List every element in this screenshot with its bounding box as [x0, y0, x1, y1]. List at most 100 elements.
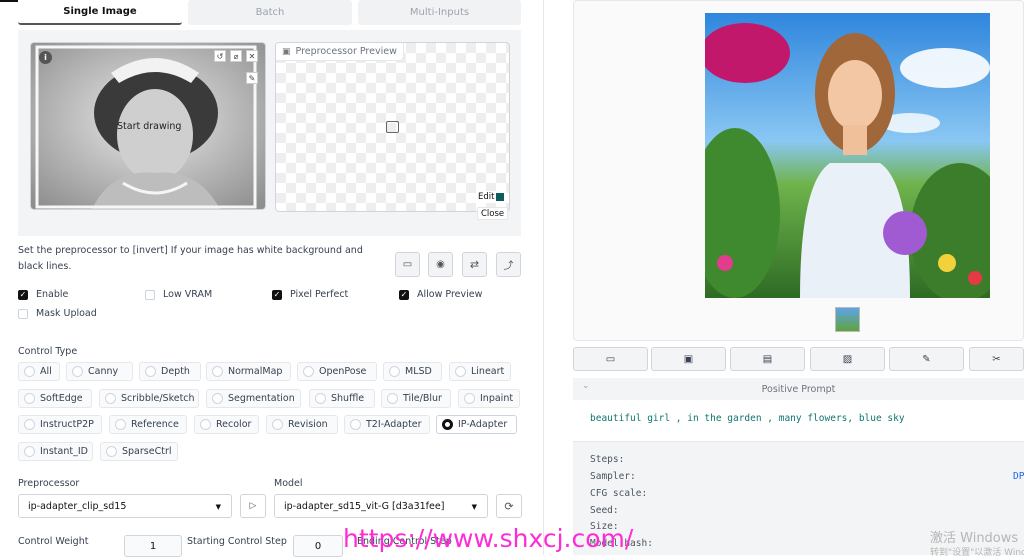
control-type-inpaint[interactable]: Inpaint: [458, 389, 520, 408]
preprocessor-dropdown[interactable]: ip-adapter_clip_sd15 ▼: [18, 494, 232, 518]
checkbox-icon: ✓: [18, 289, 28, 300]
tab-single-image[interactable]: Single Image: [18, 0, 182, 25]
refresh-models-button[interactable]: ⟳: [496, 494, 522, 518]
close-icon[interactable]: ✕: [246, 50, 258, 62]
control-type-segmentation[interactable]: Segmentation: [206, 389, 301, 408]
camera-icon: ◉: [436, 259, 445, 270]
image-icon: ▨: [842, 353, 853, 365]
caret-down-icon: ▼: [471, 503, 477, 511]
control-weight-label: Control Weight: [18, 536, 89, 547]
prompt-text: beautiful girl , in the garden , many fl…: [590, 413, 905, 424]
control-type-ip-adapter[interactable]: IP-Adapter: [436, 415, 517, 434]
control-type-normalmap[interactable]: NormalMap: [206, 362, 291, 381]
send-to-inpaint-button[interactable]: ✎: [889, 347, 964, 371]
control-type-instant-id[interactable]: Instant_ID: [18, 442, 93, 461]
undo-icon[interactable]: ↺: [214, 50, 226, 62]
webcam-button[interactable]: ▭: [395, 252, 420, 277]
control-type-softedge[interactable]: SoftEdge: [18, 389, 92, 408]
pixel-perfect-checkbox[interactable]: ✓ Pixel Perfect: [272, 289, 348, 300]
windows-activate-sub: 转到"设置"以激活 Windows。: [930, 548, 1024, 558]
controlnet-panel: Single Image Batch Multi-Inputs i ↺ ⌀ ✕ …: [0, 0, 530, 557]
pencil-icon: ✎: [922, 353, 931, 365]
zip-icon: ▤: [762, 353, 773, 365]
preview-title: Preprocessor Preview: [295, 46, 397, 57]
allow-preview-checkbox[interactable]: ✓ Allow Preview: [399, 289, 482, 300]
input-canvas[interactable]: i ↺ ⌀ ✕ ✎ Start drawing: [30, 42, 266, 210]
save-button[interactable]: ▣: [651, 347, 726, 371]
control-type-scribble[interactable]: Scribble/Sketch: [99, 389, 199, 408]
control-type-lineart[interactable]: Lineart: [449, 362, 511, 381]
param-steps: Steps:: [590, 454, 625, 465]
folder-icon: ▭: [605, 353, 616, 365]
checkbox-icon: [145, 289, 155, 300]
control-type-all[interactable]: All: [18, 362, 60, 381]
placeholder-image-icon: [386, 121, 399, 133]
enable-checkbox[interactable]: ✓ Enable: [18, 289, 68, 300]
preprocessor-preview: ▣ Preprocessor Preview Edit: [275, 42, 510, 212]
param-cfg: CFG scale:: [590, 488, 648, 499]
control-type-shuffle[interactable]: Shuffle: [309, 389, 375, 408]
zip-button[interactable]: ▤: [730, 347, 805, 371]
send-dimensions-button[interactable]: ⤴: [496, 252, 521, 277]
mask-upload-checkbox[interactable]: Mask Upload: [18, 308, 97, 319]
preview-header: ▣ Preprocessor Preview: [276, 43, 404, 61]
param-sampler: Sampler:: [590, 471, 636, 482]
mirror-webcam-button[interactable]: ◉: [428, 252, 453, 277]
tab-batch[interactable]: Batch: [188, 0, 352, 25]
control-type-canny[interactable]: Canny: [66, 362, 133, 381]
control-type-depth[interactable]: Depth: [139, 362, 201, 381]
param-value-clip: DP: [1013, 471, 1024, 482]
swap-icon: ⇄: [469, 258, 480, 271]
checkbox-icon: ✓: [272, 289, 282, 300]
play-icon: ▷: [249, 501, 257, 511]
panel-divider: [543, 0, 544, 555]
send-to-extras-button[interactable]: ✂: [969, 347, 1024, 371]
model-dropdown[interactable]: ip-adapter_sd15_vit-G [d3a31fee] ▼: [274, 494, 488, 518]
output-panel: ▭ ▣ ▤ ▨ ✎ ✂ ⌄ Positive Prompt beautiful …: [573, 0, 1024, 555]
arrow-up-icon: ⤴: [503, 261, 514, 272]
edit-button[interactable]: Edit: [476, 191, 507, 203]
param-seed: Seed:: [590, 505, 619, 516]
close-button[interactable]: Close: [477, 207, 509, 220]
starting-step-input[interactable]: 0: [293, 535, 343, 557]
open-folder-button[interactable]: ▭: [573, 347, 648, 371]
erase-icon[interactable]: ⌀: [230, 50, 242, 62]
laptop-icon: ▭: [402, 259, 413, 270]
low-vram-checkbox[interactable]: Low VRAM: [145, 289, 212, 300]
control-type-mlsd[interactable]: MLSD: [383, 362, 442, 381]
thumbnail[interactable]: [835, 307, 860, 332]
send-to-img2img-button[interactable]: ▨: [810, 347, 885, 371]
run-preprocessor-button[interactable]: ▷: [240, 494, 266, 518]
generated-image: [705, 13, 990, 298]
windows-activate-title: 激活 Windows: [930, 531, 1019, 546]
info-icon[interactable]: i: [39, 51, 52, 64]
positive-prompt-header[interactable]: ⌄ Positive Prompt: [573, 378, 1024, 400]
chevron-down-icon: ⌄: [582, 381, 590, 391]
refresh-icon: ⟳: [504, 499, 514, 513]
control-type-instructp2p[interactable]: InstructP2P: [18, 415, 102, 434]
model-label: Model: [274, 478, 303, 489]
image-icon: ▣: [282, 46, 291, 57]
control-weight-input[interactable]: 1: [124, 535, 182, 557]
control-type-t2i-adapter[interactable]: T2I-Adapter: [344, 415, 430, 434]
tab-multi-inputs[interactable]: Multi-Inputs: [358, 0, 521, 25]
edit-swatch-icon: [496, 193, 505, 201]
control-type-recolor[interactable]: Recolor: [194, 415, 259, 434]
control-type-openpose[interactable]: OpenPose: [297, 362, 377, 381]
preprocessor-hint: Set the preprocessor to [invert] If your…: [18, 245, 363, 272]
preprocessor-label: Preprocessor: [18, 478, 80, 489]
top-edge-marker: [0, 0, 18, 2]
checkbox-icon: [18, 308, 28, 319]
swap-dimensions-button[interactable]: ⇄: [462, 252, 487, 277]
control-type-tile-blur[interactable]: Tile/Blur: [381, 389, 451, 408]
control-type-revision[interactable]: Revision: [266, 415, 338, 434]
url-watermark: https://www.shxcj.com/: [343, 524, 634, 553]
checkbox-icon: ✓: [399, 289, 409, 300]
brush-icon[interactable]: ✎: [246, 72, 258, 84]
starting-step-label: Starting Control Step: [187, 536, 287, 547]
control-type-label: Control Type: [18, 346, 78, 357]
extras-icon: ✂: [992, 353, 1001, 365]
control-type-reference[interactable]: Reference: [109, 415, 187, 434]
control-type-sparsectrl[interactable]: SparseCtrl: [100, 442, 178, 461]
save-icon: ▣: [683, 353, 694, 365]
